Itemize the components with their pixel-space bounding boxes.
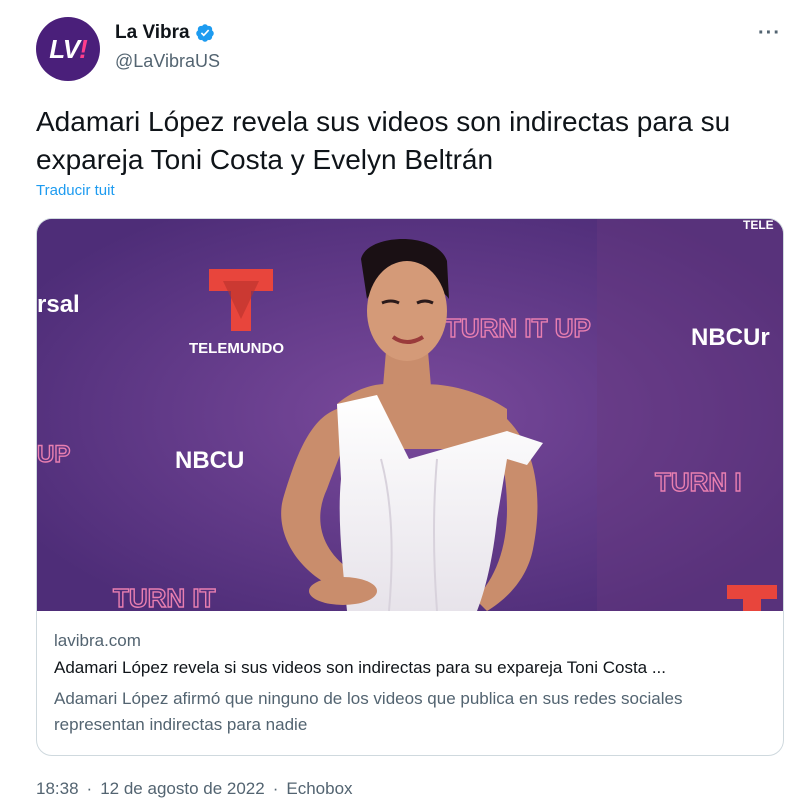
separator-dot: · [272, 779, 279, 798]
card-photo: TELEMUNDO rsal TURN IT UP NBCUr NBCU UP … [37, 219, 783, 611]
tweet[interactable]: LV! La Vibra @LaVibraUS ··· Adamari Lópe… [0, 0, 800, 812]
backdrop-rsal: rsal [37, 291, 80, 318]
tweet-footer: 18:38 · 12 de agosto de 2022 · Echobox [36, 779, 353, 799]
translate-tweet-link[interactable]: Traducir tuit [36, 182, 115, 199]
backdrop-nbcu: NBCUr [691, 324, 770, 351]
backdrop-telemundo: TELEMUNDO [189, 340, 284, 357]
backdrop-tele-top: TELE [743, 219, 774, 232]
avatar-logo: LV! [49, 33, 87, 64]
tweet-time[interactable]: 18:38 [36, 779, 79, 799]
card-meta[interactable]: lavibra.com Adamari López revela si sus … [54, 631, 774, 738]
user-handle[interactable]: @LaVibraUS [115, 51, 220, 72]
author-name-row[interactable]: La Vibra [115, 22, 215, 44]
verified-badge-icon [195, 24, 214, 42]
card-domain: lavibra.com [54, 631, 141, 650]
link-card[interactable]: TELEMUNDO rsal TURN IT UP NBCUr NBCU UP … [36, 218, 784, 756]
more-options-icon[interactable]: ··· [758, 22, 781, 45]
avatar[interactable]: LV! [36, 17, 100, 81]
backdrop-up-left: UP [37, 441, 70, 468]
display-name[interactable]: La Vibra [115, 22, 190, 44]
separator-dot: · [86, 779, 93, 798]
backdrop-turn-bottom: TURN IT [113, 583, 216, 611]
backdrop-turn-right: TURN I [655, 467, 742, 497]
card-title: Adamari López revela si sus videos son i… [54, 658, 667, 677]
backdrop-turn-it-up: TURN IT UP [445, 313, 591, 343]
tweet-date[interactable]: 12 de agosto de 2022 [100, 779, 264, 799]
card-description: Adamari López afirmó que ninguno de los … [54, 689, 683, 734]
backdrop-nbcu-2: NBCU [175, 447, 244, 474]
tweet-source: Echobox [286, 779, 353, 798]
card-image[interactable]: TELEMUNDO rsal TURN IT UP NBCUr NBCU UP … [37, 219, 783, 611]
tweet-text: Adamari López revela sus videos son indi… [36, 106, 731, 175]
